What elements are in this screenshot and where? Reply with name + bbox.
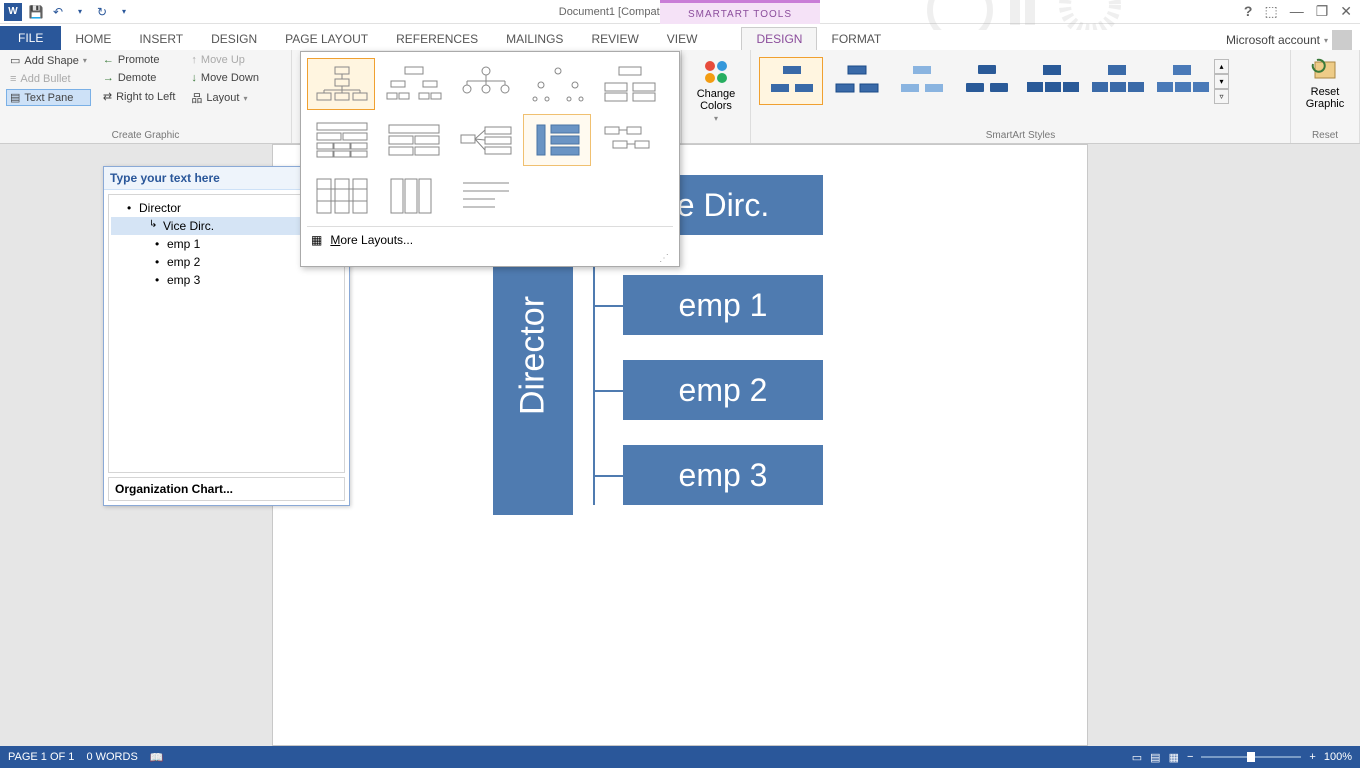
style-thumb-4[interactable] — [954, 57, 1018, 105]
reset-graphic-icon — [1311, 56, 1339, 84]
tab-design[interactable]: DESIGN — [197, 28, 271, 50]
tab-smartart-format[interactable]: FORMAT — [817, 28, 895, 50]
tab-smartart-design[interactable]: DESIGN — [741, 27, 817, 50]
style-thumb-6[interactable] — [1084, 57, 1148, 105]
ribbon-options-icon[interactable]: ⬚ — [1264, 3, 1277, 20]
undo-dropdown-icon[interactable]: ▾ — [72, 4, 88, 20]
undo-icon[interactable]: ↶ — [50, 4, 66, 20]
contextual-tab-group: SMARTART TOOLS — [660, 0, 820, 24]
layout-option-4[interactable] — [523, 58, 591, 110]
smartart-node-emp3[interactable]: emp 3 — [623, 445, 823, 505]
tab-mailings[interactable]: MAILINGS — [492, 28, 577, 50]
move-up-icon: ↑ — [191, 54, 197, 66]
add-shape-button[interactable]: ▭Add Shape▾ — [6, 52, 91, 69]
ribbon: ▭Add Shape▾ ≡Add Bullet ▤Text Pane ←Prom… — [0, 50, 1360, 144]
layout-option-3[interactable] — [451, 58, 519, 110]
layout-icon: 品 — [191, 90, 202, 106]
group-label-reset: Reset — [1297, 128, 1353, 143]
view-print-icon[interactable]: ▤ — [1150, 751, 1160, 764]
help-icon[interactable]: ? — [1244, 3, 1253, 20]
user-avatar — [1332, 30, 1352, 50]
layout-button[interactable]: 品Layout▾ — [187, 88, 263, 108]
reset-graphic-button[interactable]: Reset Graphic — [1297, 52, 1353, 114]
layout-option-8[interactable] — [451, 114, 519, 166]
text-pane-icon: ▤ — [10, 91, 20, 104]
group-reset: Reset Graphic Reset — [1291, 50, 1360, 143]
style-thumb-7[interactable] — [1149, 57, 1213, 105]
account-link[interactable]: Microsoft account▾ — [1226, 30, 1360, 50]
zoom-out-button[interactable]: − — [1187, 751, 1193, 763]
style-thumb-1[interactable] — [759, 57, 823, 105]
tab-home[interactable]: HOME — [61, 28, 125, 50]
tab-references[interactable]: REFERENCES — [382, 28, 492, 50]
rtl-icon: ⇄ — [103, 90, 112, 103]
restore-icon[interactable]: ❐ — [1316, 3, 1329, 20]
ribbon-tabs: FILE HOME INSERT DESIGN PAGE LAYOUT REFE… — [0, 24, 1360, 50]
layout-option-1[interactable] — [307, 58, 375, 110]
group-label-create-graphic: Create Graphic — [6, 128, 285, 143]
save-icon[interactable]: 💾 — [28, 4, 44, 20]
layout-option-13[interactable] — [451, 170, 519, 222]
panel-resize-grip[interactable]: ⋰ — [307, 253, 673, 264]
text-pane-item-emp3[interactable]: emp 3 — [111, 271, 342, 289]
view-web-icon[interactable]: ▦ — [1169, 751, 1179, 764]
change-colors-icon — [702, 58, 730, 86]
close-icon[interactable]: ✕ — [1340, 3, 1352, 20]
add-bullet-icon: ≡ — [10, 73, 16, 85]
minimize-icon[interactable]: — — [1290, 3, 1304, 20]
text-pane-button[interactable]: ▤Text Pane — [6, 89, 91, 106]
add-shape-icon: ▭ — [10, 54, 20, 67]
word-app-icon: W — [4, 3, 22, 21]
group-create-graphic: ▭Add Shape▾ ≡Add Bullet ▤Text Pane ←Prom… — [0, 50, 292, 143]
layout-option-6[interactable] — [307, 114, 375, 166]
styles-gallery-scroll[interactable]: ▴▾▿ — [1214, 59, 1230, 104]
move-down-icon: ↓ — [191, 72, 197, 84]
status-page[interactable]: PAGE 1 OF 1 — [8, 751, 74, 763]
zoom-level[interactable]: 100% — [1324, 751, 1352, 763]
group-label-styles: SmartArt Styles — [757, 128, 1284, 143]
add-bullet-button: ≡Add Bullet — [6, 71, 91, 87]
layout-option-2[interactable] — [379, 58, 447, 110]
style-thumb-2[interactable] — [824, 57, 888, 105]
view-read-icon[interactable]: ▭ — [1132, 751, 1142, 764]
layout-option-12[interactable] — [379, 170, 447, 222]
promote-icon: ← — [103, 54, 114, 66]
tab-view[interactable]: VIEW — [653, 28, 712, 50]
zoom-in-button[interactable]: + — [1309, 751, 1315, 763]
move-down-button[interactable]: ↓Move Down — [187, 70, 263, 86]
text-pane-footer[interactable]: Organization Chart... — [108, 477, 345, 501]
style-thumb-3[interactable] — [889, 57, 953, 105]
status-bar: PAGE 1 OF 1 0 WORDS 📖 ▭ ▤ ▦ − + 100% — [0, 746, 1360, 768]
right-to-left-button[interactable]: ⇄Right to Left — [99, 88, 180, 105]
more-layouts-icon: ▦ — [311, 233, 322, 247]
layout-option-5[interactable] — [595, 58, 663, 110]
demote-icon: → — [103, 72, 114, 84]
layout-option-9-hovered[interactable] — [523, 114, 591, 166]
tab-insert[interactable]: INSERT — [125, 28, 197, 50]
status-words[interactable]: 0 WORDS — [86, 751, 137, 763]
more-layouts-item[interactable]: ▦ MMore Layouts...ore Layouts... — [307, 226, 673, 253]
quick-access-toolbar: W 💾 ↶ ▾ ↻ ▾ — [0, 3, 132, 21]
change-colors-button[interactable]: Change Colors ▾ — [688, 54, 744, 127]
promote-button[interactable]: ←Promote — [99, 52, 180, 68]
smartart-node-emp2[interactable]: emp 2 — [623, 360, 823, 420]
layout-option-10[interactable] — [595, 114, 663, 166]
style-thumb-5[interactable] — [1019, 57, 1083, 105]
group-smartart-styles: ▴▾▿ SmartArt Styles — [751, 50, 1291, 143]
tab-file[interactable]: FILE — [0, 26, 61, 50]
qat-customize-icon[interactable]: ▾ — [116, 4, 132, 20]
spell-check-icon[interactable]: 📖 — [150, 751, 164, 764]
title-bar: W 💾 ↶ ▾ ↻ ▾ Document1 [Compatibility Mod… — [0, 0, 1360, 24]
group-change-colors: Change Colors ▾ — [682, 50, 751, 143]
zoom-slider[interactable] — [1201, 756, 1301, 758]
tab-review[interactable]: REVIEW — [577, 28, 652, 50]
redo-icon[interactable]: ↻ — [94, 4, 110, 20]
demote-button[interactable]: →Demote — [99, 70, 180, 86]
smartart-node-emp1[interactable]: emp 1 — [623, 275, 823, 335]
tab-page-layout[interactable]: PAGE LAYOUT — [271, 28, 382, 50]
layout-option-11[interactable] — [307, 170, 375, 222]
layouts-dropdown-panel: ▦ MMore Layouts...ore Layouts... ⋰ — [300, 51, 680, 267]
layout-option-7[interactable] — [379, 114, 447, 166]
move-up-button: ↑Move Up — [187, 52, 263, 68]
